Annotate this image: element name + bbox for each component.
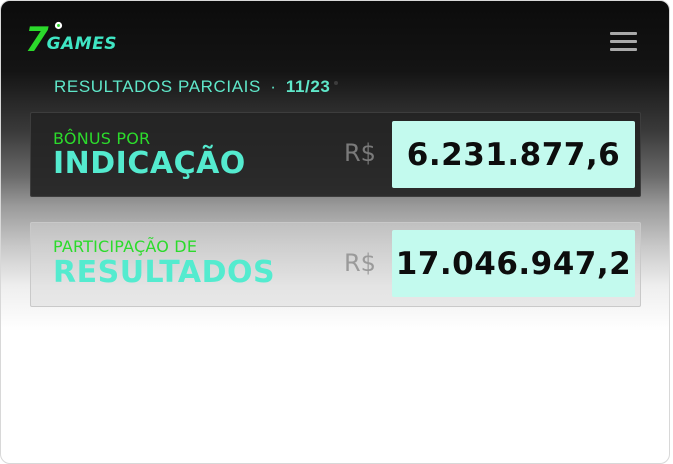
results-label-title: RESULTADOS [53,255,276,290]
hamburger-menu-icon[interactable] [610,32,637,54]
brand-logo[interactable]: 7 GAMES [25,20,118,60]
logo-wordmark: GAMES [46,34,118,54]
period-date: 11/23 [285,77,331,96]
logo-seven: 7 [25,20,49,60]
results-card: PARTICIPAÇÃO DE RESULTADOS R$ 17.046.947… [30,222,641,307]
subtitle-separator: · [270,77,277,96]
results-currency: R$ [344,249,376,277]
results-value-box: 17.046.947,2 [392,230,635,297]
decorative-dot [334,81,338,85]
logo-star-icon [54,21,63,30]
subtitle-text: RESULTADOS PARCIAIS [54,77,261,96]
bonus-value-box: 6.231.877,6 [392,121,635,188]
page-subtitle: RESULTADOS PARCIAIS · 11/23 [54,77,330,97]
results-label-top: PARTICIPAÇÃO DE [53,237,198,256]
bonus-value: 6.231.877,6 [406,136,621,173]
app-frame: 7 GAMES RESULTADOS PARCIAIS · 11/23 BÔNU… [0,0,670,464]
results-value: 17.046.947,2 [395,245,632,282]
bonus-currency: R$ [344,139,376,167]
bonus-label-title: INDICAÇÃO [53,146,246,181]
bonus-card: BÔNUS POR INDICAÇÃO R$ 6.231.877,6 [30,112,641,197]
